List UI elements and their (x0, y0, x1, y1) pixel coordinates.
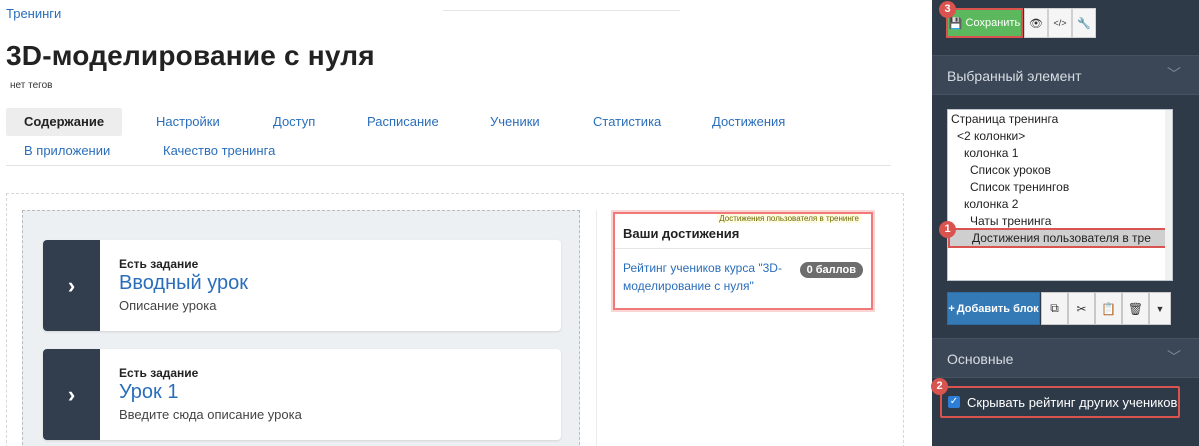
tab-schedule[interactable]: Расписание (367, 108, 439, 136)
achievements-block[interactable]: Достижения пользователя в тренинге Ваши … (613, 212, 873, 310)
tree-node[interactable]: <2 колонки> (957, 128, 1025, 144)
tab-achievements[interactable]: Достижения (712, 108, 785, 136)
code-icon: </> (1053, 18, 1067, 28)
more-button[interactable]: ▼ (1149, 292, 1171, 325)
preview-button[interactable]: 👁 (1024, 8, 1048, 38)
block-caption: Достижения пользователя в тренинге (717, 214, 861, 223)
breadcrumb-trainings[interactable]: Тренинги (6, 6, 61, 21)
scrollbar[interactable] (1165, 110, 1172, 280)
tree-node[interactable]: Страница тренинга (951, 111, 1058, 127)
save-button-label: Сохранить (965, 17, 1021, 29)
paste-button[interactable]: 📋 (1095, 292, 1122, 325)
tree-node[interactable]: Список уроков (970, 162, 1051, 178)
settings-sidebar: 💾 Сохранить 👁 </> 🔧 Выбранный элемент ﹀ … (932, 0, 1199, 446)
chevron-down-icon[interactable]: ﹀ (1167, 347, 1181, 367)
lesson-card[interactable]: › Есть задание Урок 1 Введите сюда описа… (43, 349, 561, 440)
tags-label: нет тегов (10, 80, 53, 91)
hide-rating-option[interactable]: ✓ Скрывать рейтинг других учеников (940, 386, 1180, 418)
tree-node[interactable]: Чаты тренинга (970, 213, 1051, 229)
tools-button[interactable]: 🔧 (1072, 8, 1096, 38)
editor-area: Тренинги 3D-моделирование с нуля нет тег… (0, 0, 932, 446)
tab-students[interactable]: Ученики (490, 108, 540, 136)
selected-element-header[interactable]: Выбранный элемент ﹀ (932, 55, 1199, 95)
trash-icon: 🗑 (1127, 301, 1144, 316)
tab-in-app[interactable]: В приложении (24, 137, 110, 165)
tree-node[interactable]: Список тренингов (970, 179, 1069, 195)
add-block-label: Добавить блок (956, 302, 1039, 315)
tab-statistics[interactable]: Статистика (593, 108, 661, 136)
tree-node[interactable]: колонка 1 (964, 145, 1018, 161)
lesson-task-label: Есть задание (119, 257, 199, 271)
lesson-card[interactable]: › Есть задание Вводный урок Описание уро… (43, 240, 561, 331)
lesson-task-label: Есть задание (119, 366, 199, 380)
lesson-description: Описание урока (119, 298, 217, 313)
add-block-button[interactable]: + Добавить блок (947, 292, 1040, 325)
tree-node[interactable]: колонка 2 (964, 196, 1018, 212)
chevron-right-icon[interactable]: › (43, 349, 100, 440)
achievements-title: Ваши достижения (623, 226, 740, 241)
basic-settings-header[interactable]: Основные ﹀ (932, 338, 1199, 378)
wrench-icon: 🔧 (1077, 17, 1091, 30)
tab-content[interactable]: Содержание (6, 108, 123, 136)
cut-button[interactable]: ✂ (1068, 292, 1095, 325)
hide-rating-label: Скрывать рейтинг других учеников (967, 394, 1178, 410)
save-button[interactable]: 💾 Сохранить (946, 8, 1023, 38)
tree-node-selected[interactable]: Достижения пользователя в тре (948, 228, 1172, 248)
tab-bar: Содержание Настройки Доступ Расписание У… (6, 108, 891, 166)
lesson-title[interactable]: Урок 1 (119, 381, 178, 404)
rating-link[interactable]: Рейтинг учеников курса "3D-моделирование… (623, 259, 803, 295)
annotation-marker-1: 1 (939, 221, 956, 238)
page-canvas: › Есть задание Вводный урок Описание уро… (6, 193, 904, 446)
section-title: Выбранный элемент (947, 68, 1082, 84)
page-title: 3D-моделирование с нуля (6, 40, 375, 71)
plus-icon: + (948, 302, 955, 315)
copy-icon: ⧉ (1050, 301, 1059, 315)
element-tree[interactable]: Страница тренинга <2 колонки> колонка 1 … (947, 109, 1173, 281)
chevron-right-icon[interactable]: › (43, 240, 100, 331)
floppy-disk-icon: 💾 (948, 17, 963, 30)
column-1[interactable]: › Есть задание Вводный урок Описание уро… (22, 210, 580, 446)
tab-training-quality[interactable]: Качество тренинга (163, 137, 275, 165)
tab-settings[interactable]: Настройки (156, 108, 220, 136)
divider (615, 248, 871, 249)
points-badge: 0 баллов (799, 262, 863, 278)
scissors-icon: ✂ (1076, 301, 1087, 316)
copy-button[interactable]: ⧉ (1041, 292, 1068, 325)
column-2[interactable]: Достижения пользователя в тренинге Ваши … (596, 210, 892, 446)
eye-icon: 👁 (1029, 17, 1043, 30)
section-title: Основные (947, 351, 1014, 367)
delete-button[interactable]: 🗑 (1122, 292, 1149, 325)
hide-rating-checkbox[interactable]: ✓ (948, 396, 960, 408)
code-button[interactable]: </> (1048, 8, 1072, 38)
lesson-title[interactable]: Вводный урок (119, 272, 248, 295)
paste-icon: 📋 (1101, 301, 1116, 316)
chevron-down-icon[interactable]: ﹀ (1167, 64, 1181, 84)
annotation-marker-2: 2 (931, 378, 948, 395)
lesson-description: Введите сюда описание урока (119, 407, 302, 422)
tab-access[interactable]: Доступ (273, 108, 315, 136)
divider (443, 10, 680, 11)
caret-down-icon: ▼ (1155, 303, 1165, 314)
annotation-marker-3: 3 (939, 1, 956, 18)
